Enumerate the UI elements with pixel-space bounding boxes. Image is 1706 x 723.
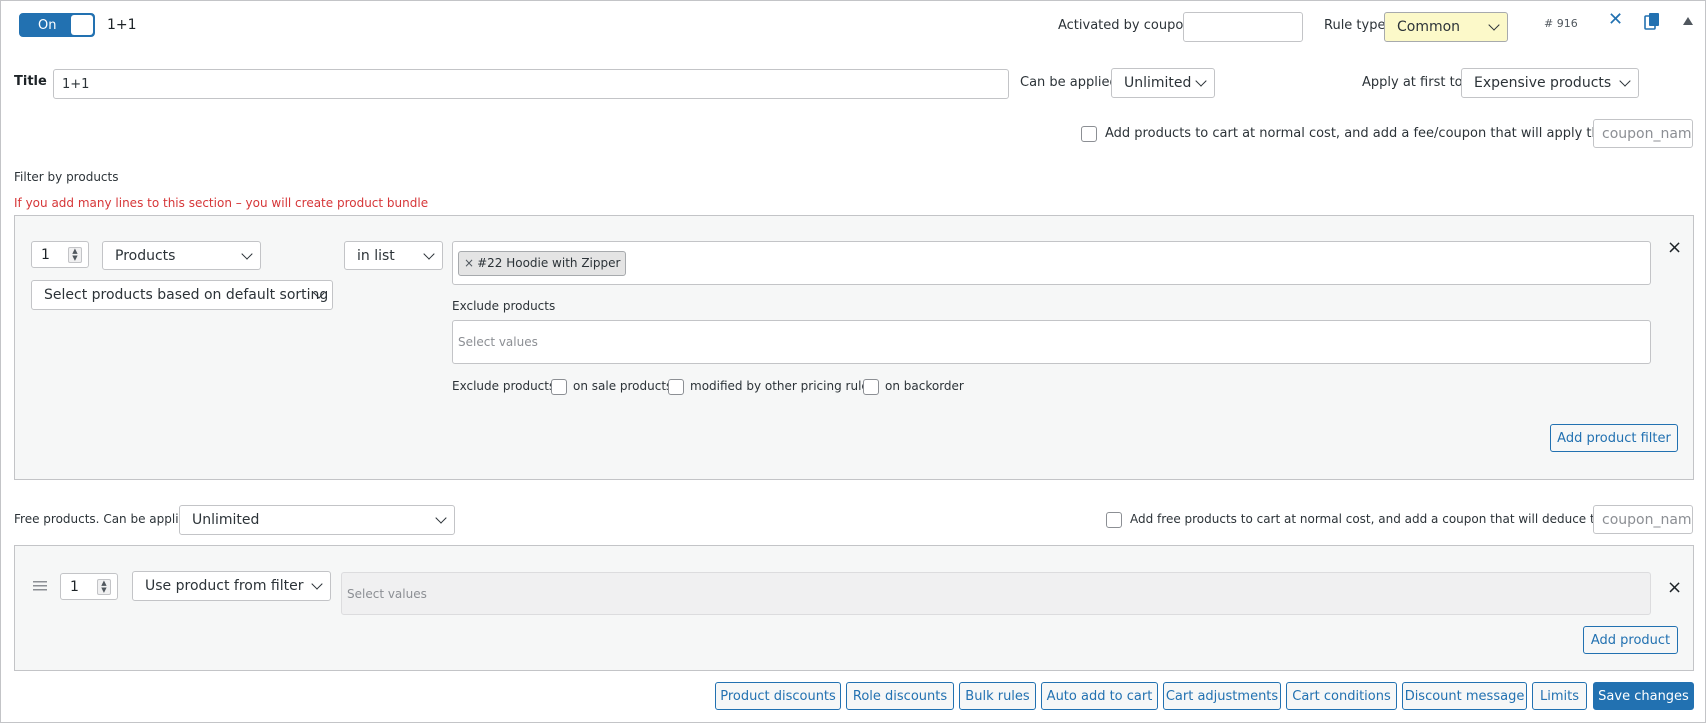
chevron-down-icon [311, 578, 323, 590]
bulk-rules-button[interactable]: Bulk rules [959, 682, 1036, 710]
apply-first-select[interactable]: Expensive products [1461, 68, 1639, 98]
rule-editor: On 1+1 Activated by coupon Rule type Com… [0, 0, 1706, 723]
fee-coupon-name-input[interactable]: coupon_nam [1593, 119, 1693, 148]
auto-add-to-cart-button[interactable]: Auto add to cart [1041, 682, 1158, 710]
drag-handle-icon[interactable] [33, 580, 47, 595]
stepper-arrows-icon[interactable]: ▲ ▼ [97, 578, 111, 595]
filter-condition-value: in list [357, 247, 395, 264]
apply-first-label: Apply at first to: [1362, 75, 1467, 90]
rule-type-value: Common [1397, 19, 1461, 35]
can-be-applied-label: Can be applied [1020, 75, 1118, 90]
rule-name: 1+1 [107, 17, 137, 33]
tag-remove-icon[interactable]: × [464, 256, 474, 270]
free-applied-select[interactable]: Unlimited [179, 505, 455, 535]
title-label: Title [14, 74, 47, 89]
save-changes-button[interactable]: Save changes [1593, 682, 1694, 710]
exclude-options-label: Exclude products [452, 379, 556, 393]
apply-first-value: Expensive products [1474, 75, 1612, 91]
free-applied-value: Unlimited [192, 512, 260, 528]
exclude-on-sale-checkbox[interactable] [551, 379, 567, 395]
free-coupon-checkbox[interactable] [1106, 512, 1122, 528]
filter-heading: Filter by products [14, 170, 119, 184]
stepper-arrows-icon[interactable]: ▲ ▼ [68, 246, 82, 263]
close-icon[interactable]: ✕ [1608, 11, 1623, 29]
filter-condition-select[interactable]: in list [344, 241, 443, 270]
free-qty-stepper[interactable]: 1 ▲ ▼ [60, 573, 118, 600]
filter-qty-value: 1 [41, 246, 50, 263]
exclude-backorder-checkbox[interactable] [863, 379, 879, 395]
exclude-backorder-label: on backorder [885, 379, 964, 393]
toggle-knob [71, 15, 93, 35]
limits-button[interactable]: Limits [1532, 682, 1587, 710]
rule-toggle[interactable]: On [19, 13, 95, 37]
free-products-label: Free products. Can be applied [14, 512, 194, 526]
exclude-modified-label: modified by other pricing rules [690, 379, 876, 393]
collapse-triangle-icon[interactable] [1682, 15, 1694, 30]
chevron-down-icon [1488, 19, 1500, 31]
free-qty-value: 1 [70, 578, 79, 595]
bundle-warning: If you add many lines to this section – … [14, 196, 429, 210]
filter-panel: 1 ▲ ▼ Products Select products based on d… [14, 215, 1694, 480]
free-coupon-label: Add free products to cart at normal cost… [1130, 512, 1644, 526]
close-icon[interactable]: × [1667, 579, 1682, 597]
chevron-down-icon [1195, 75, 1207, 87]
selected-product-tag: × #22 Hoodie with Zipper [458, 250, 627, 276]
role-discounts-button[interactable]: Role discounts [846, 682, 954, 710]
product-source-select[interactable]: Use product from filter [132, 571, 331, 601]
chevron-down-icon [435, 512, 447, 524]
cart-adjustments-button[interactable]: Cart adjustments [1163, 682, 1281, 710]
filter-sorting-value: Select products based on default sorting [44, 287, 329, 303]
chevron-down-icon [423, 247, 435, 260]
fee-coupon-checkbox[interactable] [1081, 126, 1097, 142]
free-products-panel: 1 ▲ ▼ Use product from filter Select valu… [14, 545, 1694, 671]
chevron-down-icon [1619, 75, 1631, 87]
exclude-products-input[interactable]: Select values [452, 320, 1651, 364]
can-be-applied-value: Unlimited [1124, 75, 1192, 91]
fee-coupon-label: Add products to cart at normal cost, and… [1105, 126, 1644, 141]
add-product-button[interactable]: Add product [1583, 626, 1678, 654]
filter-sorting-select[interactable]: Select products based on default sorting [31, 280, 333, 310]
add-product-filter-button[interactable]: Add product filter [1550, 424, 1678, 452]
discount-message-button[interactable]: Discount message [1402, 682, 1527, 710]
filter-type-value: Products [115, 247, 176, 264]
activated-by-coupon-label: Activated by coupon [1058, 18, 1192, 33]
close-icon[interactable]: × [1667, 239, 1682, 257]
product-source-value: Use product from filter [145, 578, 304, 594]
toggle-label: On [38, 18, 57, 33]
rule-type-label: Rule type [1324, 18, 1386, 33]
exclude-products-label: Exclude products [452, 299, 556, 313]
copy-icon[interactable] [1644, 12, 1660, 30]
rule-id: # 916 [1544, 17, 1578, 30]
title-input[interactable]: 1+1 [53, 69, 1009, 99]
cart-conditions-button[interactable]: Cart conditions [1286, 682, 1397, 710]
free-coupon-name-input[interactable]: coupon_nam [1593, 505, 1693, 534]
free-products-values-input[interactable]: Select values [341, 572, 1651, 615]
filter-products-multiselect[interactable]: × #22 Hoodie with Zipper [452, 241, 1651, 285]
can-be-applied-select[interactable]: Unlimited [1111, 68, 1215, 98]
activated-by-coupon-input[interactable] [1183, 12, 1303, 42]
rule-type-select[interactable]: Common [1384, 12, 1508, 42]
exclude-modified-checkbox[interactable] [668, 379, 684, 395]
chevron-down-icon [241, 247, 253, 260]
filter-qty-stepper[interactable]: 1 ▲ ▼ [31, 241, 89, 268]
product-discounts-button[interactable]: Product discounts [715, 682, 841, 710]
filter-type-select[interactable]: Products [102, 241, 261, 270]
selected-product-label: #22 Hoodie with Zipper [477, 256, 621, 270]
exclude-on-sale-label: on sale products [573, 379, 673, 393]
